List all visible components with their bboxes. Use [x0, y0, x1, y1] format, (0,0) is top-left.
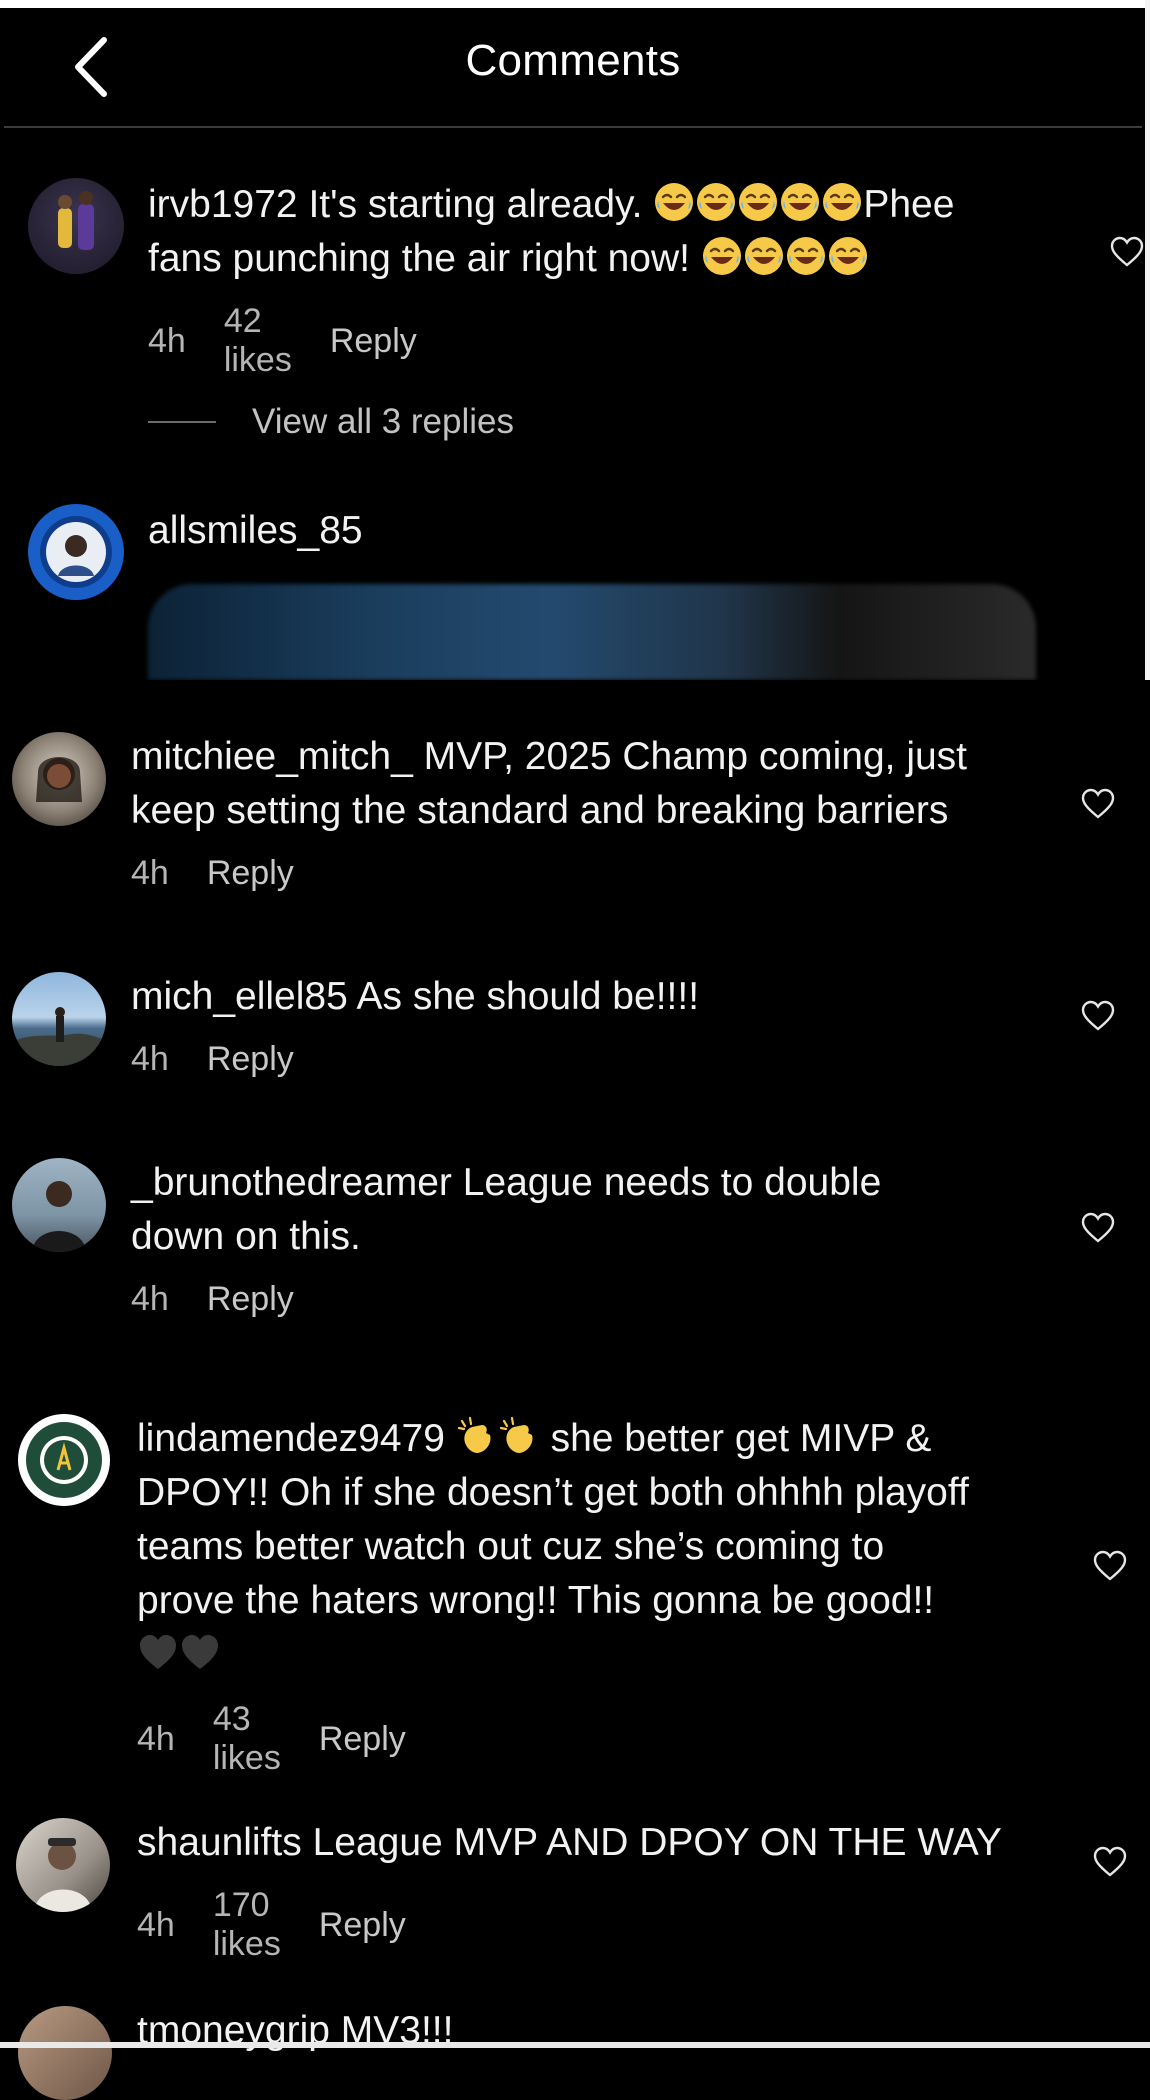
avatar[interactable]: [28, 504, 124, 600]
reply-button[interactable]: Reply: [319, 1720, 406, 1759]
comment-text: mich_ellel85 As she should be!!!!: [131, 970, 1071, 1024]
comment-likes[interactable]: 42 likes: [224, 302, 292, 380]
comment-text: tmoneygrip MV3!!!: [137, 2004, 1077, 2058]
comment-body-line4: prove the haters wrong!! This gonna be g…: [137, 1579, 935, 1622]
heart-icon[interactable]: [1081, 1212, 1115, 1244]
comment-time: 4h: [137, 1905, 175, 1944]
comment-meta: 4h 170 likes Reply: [137, 1886, 444, 1964]
comment-text: mitchiee_mitch_ MVP, 2025 Champ coming, …: [131, 730, 1071, 838]
comment-username[interactable]: mitchiee_mitch_: [131, 735, 413, 778]
heart-icon[interactable]: [1093, 1846, 1127, 1878]
comment-meta: 4h Reply: [131, 854, 332, 893]
comment-time: 4h: [137, 1719, 175, 1758]
clapping-hands-icon: [499, 1416, 533, 1453]
laughing-emoji-icon: [739, 183, 778, 221]
clapping-hands-icon: [457, 1416, 491, 1453]
replies-divider: [148, 421, 216, 423]
comment-meta: 4h 42 likes Reply: [148, 302, 455, 380]
laughing-emoji-icon: [828, 237, 867, 275]
bottom-border: [0, 2042, 1150, 2048]
heart-icon[interactable]: [1081, 788, 1115, 820]
comment-username[interactable]: mich_ellel85: [131, 975, 348, 1018]
right-border: [1145, 0, 1150, 680]
laughing-emoji-icon: [702, 237, 741, 275]
comment-body-line2: keep setting the standard and breaking b…: [131, 789, 949, 832]
emoji-group: [653, 183, 863, 226]
comment-body: League MVP AND DPOY ON THE WAY: [312, 1821, 1002, 1864]
comment-body: It's starting already.: [308, 183, 643, 226]
comment-body: MVP, 2025 Champ coming, just: [423, 735, 968, 778]
heart-icon[interactable]: [1110, 236, 1144, 268]
heart-icon[interactable]: [1093, 1550, 1127, 1582]
page-title: Comments: [465, 36, 681, 85]
emoji-group: [137, 1633, 221, 1676]
comment-likes[interactable]: 43 likes: [213, 1700, 281, 1778]
avatar[interactable]: [18, 2006, 112, 2100]
emoji-group: [701, 237, 869, 280]
comment-meta: 4h 43 likes Reply: [137, 1700, 444, 1778]
comment-body-line2: down on this.: [131, 1215, 361, 1258]
comment-username[interactable]: irvb1972: [148, 183, 298, 226]
header-bar: Comments: [4, 8, 1142, 128]
comment-username[interactable]: shaunlifts: [137, 1821, 302, 1864]
comment-likes[interactable]: 170 likes: [213, 1886, 281, 1964]
comment-body-line3: teams better watch out cuz she’s coming …: [137, 1525, 885, 1568]
laughing-emoji-icon: [786, 237, 825, 275]
laughing-emoji-icon: [823, 183, 862, 221]
avatar[interactable]: [28, 178, 124, 274]
black-heart-icon: [140, 1635, 176, 1669]
comment-text: irvb1972 It's starting already. Phee fan…: [148, 178, 1088, 286]
comment-body: As she should be!!!!: [356, 975, 700, 1018]
top-border: [0, 0, 1150, 8]
laughing-emoji-icon: [781, 183, 820, 221]
reply-button[interactable]: Reply: [207, 1040, 294, 1079]
comment-body-tail: Phee: [863, 183, 955, 226]
avatar[interactable]: [12, 1158, 106, 1252]
comment-username[interactable]: _brunothedreamer: [131, 1161, 452, 1204]
comment-meta: 4h Reply: [131, 1280, 332, 1319]
avatar[interactable]: [16, 1818, 110, 1912]
media-preview[interactable]: [148, 584, 1036, 680]
comment-body: she better get MIVP &: [550, 1417, 932, 1460]
view-replies[interactable]: View all 3 replies: [148, 402, 514, 442]
comment-text: lindamendez9479 she better get MIVP & DP…: [137, 1412, 1077, 1682]
reply-button[interactable]: Reply: [207, 1280, 294, 1319]
divider: [0, 680, 1150, 684]
avatar[interactable]: [12, 972, 106, 1066]
reply-button[interactable]: Reply: [319, 1906, 406, 1945]
comment-body: League needs to double: [462, 1161, 882, 1204]
avatar[interactable]: [12, 732, 106, 826]
comment-text: shaunlifts League MVP AND DPOY ON THE WA…: [137, 1816, 1077, 1870]
view-replies-label[interactable]: View all 3 replies: [252, 402, 514, 442]
reply-button[interactable]: Reply: [207, 854, 294, 893]
comment-time: 4h: [131, 854, 169, 892]
comment-body-line2: DPOY!! Oh if she doesn’t get both ohhhh …: [137, 1471, 969, 1514]
laughing-emoji-icon: [697, 183, 736, 221]
comment-username[interactable]: lindamendez9479: [137, 1417, 445, 1460]
comment-username[interactable]: allsmiles_85: [148, 504, 363, 558]
comment-text: _brunothedreamer League needs to double …: [131, 1156, 1071, 1264]
comment-time: 4h: [131, 1040, 169, 1078]
comment-time: 4h: [148, 321, 186, 360]
black-heart-icon: [182, 1635, 218, 1669]
avatar[interactable]: [18, 1414, 110, 1506]
reply-button[interactable]: Reply: [330, 322, 417, 361]
comment-body-line2: fans punching the air right now!: [148, 237, 691, 280]
comment-time: 4h: [131, 1280, 169, 1318]
comment-meta: 4h Reply: [131, 1040, 332, 1079]
heart-icon[interactable]: [1081, 1000, 1115, 1032]
emoji-group: [456, 1416, 540, 1460]
laughing-emoji-icon: [655, 183, 694, 221]
laughing-emoji-icon: [744, 237, 783, 275]
